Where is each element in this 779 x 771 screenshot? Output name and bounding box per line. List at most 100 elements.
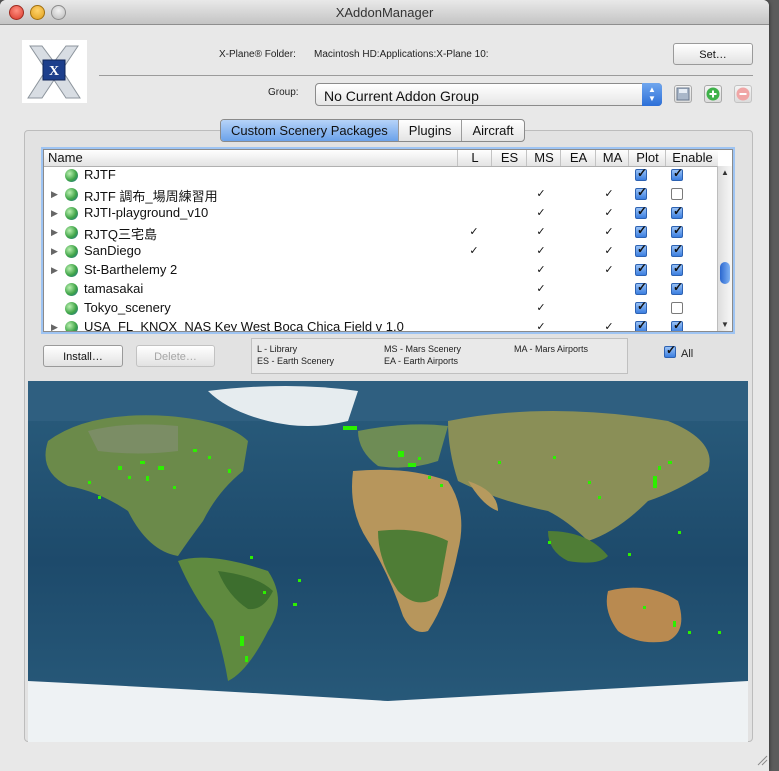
table-row[interactable]: ▶ St-Barthelemy 2 ✓ ✓ [44,261,718,280]
disclosure-triangle-icon[interactable]: ▶ [51,265,58,276]
app-logo-icon: X [22,40,87,103]
legend-mars-scenery: MS - Mars Scenery [384,344,462,354]
enable-checkbox[interactable] [671,318,683,331]
all-checkbox[interactable] [664,343,676,358]
resize-grip-icon[interactable] [757,755,768,766]
tab-custom-scenery[interactable]: Custom Scenery Packages [221,120,399,141]
table-row[interactable]: Tokyo_scenery ✓ [44,299,718,318]
earth-airports-check: ✓ [604,188,614,200]
save-icon [676,87,690,101]
scroll-up-icon[interactable]: ▲ [718,168,732,177]
table-row[interactable]: ▶ USA_FL_KNQX_NAS Key West Boca Chica Fie… [44,318,718,332]
plus-icon [706,87,720,101]
column-ma[interactable]: MA [595,150,629,166]
vertical-scrollbar[interactable]: ▲ ▼ [717,166,732,331]
disclosure-triangle-icon[interactable]: ▶ [51,246,58,257]
plot-checkbox[interactable] [635,204,647,219]
enable-checkbox[interactable] [671,302,683,314]
table-row[interactable]: ▶ RJTF 調布_場周練習用 ✓ ✓ [44,185,718,204]
remove-group-button[interactable] [734,85,752,103]
library-check: ✓ [469,226,479,238]
earth-scenery-check: ✓ [536,283,546,295]
column-ea[interactable]: EA [560,150,596,166]
plot-checkbox[interactable] [635,280,647,295]
earth-scenery-check: ✓ [536,321,546,332]
globe-icon [65,264,78,277]
tab-plugins[interactable]: Plugins [399,120,463,141]
globe-icon [65,283,78,296]
xplane-folder-label: X-Plane® Folder: [219,49,296,60]
tab-aircraft[interactable]: Aircraft [462,120,523,141]
install-button[interactable]: Install… [43,345,123,367]
enable-checkbox[interactable] [671,242,683,257]
earth-airports-check: ✓ [604,207,614,219]
column-ms[interactable]: MS [526,150,561,166]
package-name: USA_FL_KNQX_NAS Key West Boca Chica Fiel… [84,319,404,332]
earth-airports-check: ✓ [604,245,614,257]
plot-checkbox[interactable] [635,223,647,238]
world-map-image [28,381,748,742]
group-select-value: No Current Addon Group [324,88,479,104]
package-name: tamasakai [84,281,144,296]
disclosure-triangle-icon[interactable]: ▶ [51,189,58,200]
column-l[interactable]: L [457,150,492,166]
set-folder-button[interactable]: Set… [673,43,753,65]
scroll-thumb[interactable] [720,262,730,284]
minus-icon [736,87,750,101]
disclosure-triangle-icon[interactable]: ▶ [51,322,58,331]
plot-checkbox[interactable] [635,318,647,331]
window-title: XAddonManager [335,5,434,20]
legend-mars-airports: MA - Mars Airports [514,344,589,354]
earth-scenery-check: ✓ [536,245,546,257]
globe-icon [65,226,78,239]
enable-checkbox[interactable] [671,223,683,238]
plot-checkbox[interactable] [635,261,647,276]
group-label: Group: [268,87,299,98]
table-row[interactable]: ▶ RJTI-playground_v10 ✓ ✓ [44,204,718,223]
table-row[interactable]: ▶ RJTQ三宅島 ✓ ✓ ✓ [44,223,718,242]
enable-checkbox[interactable] [671,280,683,295]
globe-icon [65,321,78,331]
plot-checkbox[interactable] [635,242,647,257]
disclosure-triangle-icon[interactable]: ▶ [51,227,58,238]
app-logo-letter: X [49,64,59,79]
plot-checkbox[interactable] [635,166,647,181]
table-row[interactable]: RJTF [44,166,718,185]
legend-earth-scenery: ES - Earth Scenery [257,356,335,366]
legend-library: L - Library [257,344,298,354]
main-window: XAddonManager X X-Plane® Folder: Macinto… [0,0,769,771]
earth-scenery-check: ✓ [536,188,546,200]
package-name: RJTF [84,167,116,182]
column-enable[interactable]: Enable [665,150,719,166]
all-label: All [681,348,694,360]
library-check: ✓ [469,245,479,257]
tab-bar: Custom Scenery Packages Plugins Aircraft [220,119,525,142]
table-row[interactable]: ▶ SanDiego ✓ ✓ ✓ [44,242,718,261]
enable-checkbox[interactable] [671,166,683,181]
enable-checkbox[interactable] [671,261,683,276]
enable-checkbox[interactable] [671,204,683,219]
popup-arrows-icon: ▲ ▼ [642,83,662,106]
save-group-button[interactable] [674,85,692,103]
column-plot[interactable]: Plot [628,150,666,166]
table-row[interactable]: tamasakai ✓ [44,280,718,299]
disclosure-triangle-icon[interactable]: ▶ [51,208,58,219]
delete-button[interactable]: Delete… [136,345,215,367]
table-body: RJTF ▶ RJTF 調布_場周練習用 ✓ ✓ ▶ RJTI-playground_v10… [44,166,718,332]
earth-airports-check: ✓ [604,321,614,332]
column-es[interactable]: ES [491,150,527,166]
package-name: RJTF 調布_場周練習用 [84,189,218,204]
earth-airports-check: ✓ [604,226,614,238]
package-name: SanDiego [84,243,142,258]
plot-checkbox[interactable] [635,185,647,200]
table-header: Name L ES MS EA MA Plot Enable [44,150,718,167]
globe-icon [65,302,78,315]
group-select[interactable]: No Current Addon Group ▲ ▼ [315,83,662,106]
earth-scenery-check: ✓ [536,264,546,276]
plot-checkbox[interactable] [635,299,647,314]
column-name[interactable]: Name [44,150,457,166]
scroll-down-icon[interactable]: ▼ [718,320,732,329]
title-bar: XAddonManager [0,0,769,25]
enable-checkbox[interactable] [671,188,683,200]
add-group-button[interactable] [704,85,722,103]
